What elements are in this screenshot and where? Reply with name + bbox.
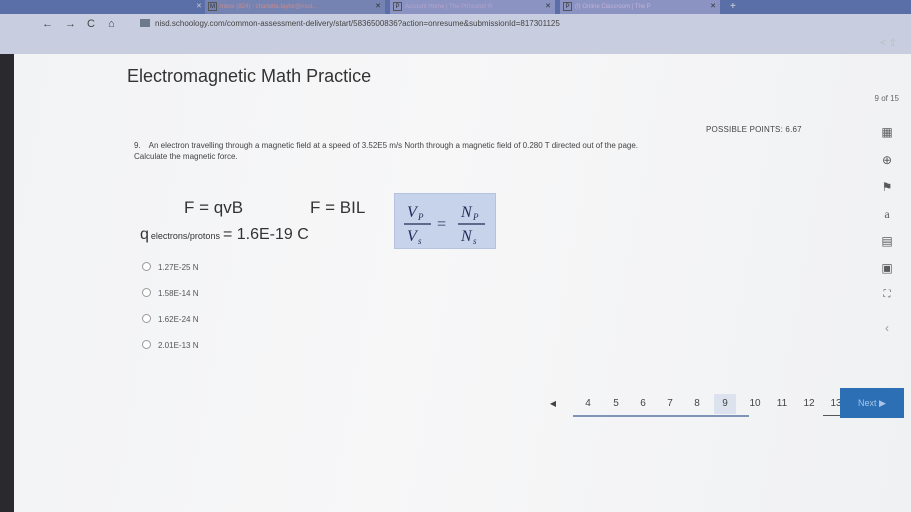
reference-icon[interactable]: ▣ [876,258,898,278]
next-label: Next [858,398,877,408]
tab-close-icon[interactable]: ✕ [375,0,381,14]
fullscreen-icon[interactable]: ⛶ [876,285,898,305]
tab-inbox[interactable]: M Inbox (924) - charlotte.taylor@nisd... ✕ [205,0,385,14]
prev-page-icon[interactable]: ◀ [547,394,559,414]
page-5[interactable]: 5 [609,394,623,414]
next-button[interactable]: Next ▶ [840,388,904,418]
option-label: 2.01E-13 N [158,341,199,350]
formula-bil: F = BIL [310,198,366,217]
equals-sign: = [437,216,446,233]
question-counter: 9 of 15 [874,94,899,103]
page-12[interactable]: 12 [799,394,819,414]
page-6[interactable]: 6 [636,394,650,414]
question-line-1: An electron travelling through a magneti… [148,141,639,150]
address-bar[interactable]: nisd.schoology.com/common-assessment-del… [140,19,560,28]
vp-subscript: P [417,212,424,222]
play-arrow-icon: ▶ [879,398,886,408]
np-symbol: N [460,204,473,221]
answer-option[interactable]: 1.62E-24 N [142,314,198,324]
calculator-icon[interactable]: ▦ [876,122,898,142]
back-arrow-icon[interactable]: ← [42,18,53,30]
question-number: 9. [134,141,141,150]
charge-formula: q electrons/protons = 1.6E-19 C [140,226,309,244]
notes-icon[interactable]: ▤ [876,231,898,251]
plus-circle-icon[interactable]: ⊕ [876,150,898,170]
tab-account-home[interactable]: P Account Home | The Princeton R ✕ [390,0,555,14]
question-text: 9. An electron travelling through a magne… [134,140,794,162]
page-title: Electromagnetic Math Practice [127,66,372,86]
page-9-current[interactable]: 9 [714,394,736,414]
visited-pages-underline [573,415,749,417]
answer-option[interactable]: 2.01E-13 N [142,340,198,350]
charge-symbol: q [140,226,149,243]
np-subscript: P [472,212,479,222]
transformer-ratio-formula: V P V s N P N s = [394,193,496,249]
close-icon[interactable]: ✕ [196,0,202,14]
charge-value: = 1.6E-19 C [222,226,309,243]
ns-symbol: N [460,228,473,245]
flag-icon[interactable]: ⚑ [876,177,898,197]
new-tab-button[interactable]: + [730,0,736,14]
ns-subscript: s [473,236,477,246]
text-size-icon[interactable]: a [876,204,898,224]
p-icon: P [393,2,402,11]
reload-icon[interactable]: C [87,18,95,30]
tab-label: Account Home | The Princeton R [405,4,493,10]
radio-button[interactable] [142,262,151,271]
tab-close-icon[interactable]: ✕ [710,0,716,14]
charge-subscript: electrons/protons [150,231,220,241]
answer-option[interactable]: 1.27E-25 N [142,262,198,272]
page-8[interactable]: 8 [690,394,704,414]
collapse-icon[interactable]: ‹ [876,318,898,338]
assessment-page: Electromagnetic Math Practice 9 of 15 PO… [14,54,911,512]
tab-label: (I) Online Classroom | The P [575,4,651,10]
browser-toolbar: ← → C ⌂ nisd.schoology.com/common-assess… [0,14,911,54]
page-7[interactable]: 7 [663,394,677,414]
radio-button[interactable] [142,288,151,297]
tab-close-icon[interactable]: ✕ [545,0,551,14]
radio-button[interactable] [142,314,151,323]
option-label: 1.58E-14 N [158,289,199,298]
option-label: 1.62E-24 N [158,315,199,324]
site-info-icon[interactable] [140,19,150,27]
option-label: 1.27E-25 N [158,263,199,272]
p-icon: P [563,2,572,11]
question-line-2: Calculate the magnetic force. [134,152,238,161]
page-4[interactable]: 4 [581,394,595,414]
answer-option[interactable]: 1.58E-14 N [142,288,198,298]
formula-qvb: F = qvB [184,198,244,217]
vs-subscript: s [418,236,422,246]
url-text: nisd.schoology.com/common-assessment-del… [155,19,560,28]
page-11[interactable]: 11 [772,394,792,414]
forward-arrow-icon[interactable]: → [65,18,76,30]
share-icon[interactable]: < ⇧ [880,38,897,49]
radio-button[interactable] [142,340,151,349]
tab-strip: ✕ M Inbox (924) - charlotte.taylor@nisd..… [0,0,911,14]
possible-points: POSSIBLE POINTS: 6.67 [706,125,802,134]
tab-label: Inbox (924) - charlotte.taylor@nisd... [220,4,318,10]
tab-online-classroom[interactable]: P (I) Online Classroom | The P ✕ [560,0,720,14]
page-10[interactable]: 10 [745,394,765,414]
home-icon[interactable]: ⌂ [108,18,115,30]
gmail-icon: M [208,2,217,11]
